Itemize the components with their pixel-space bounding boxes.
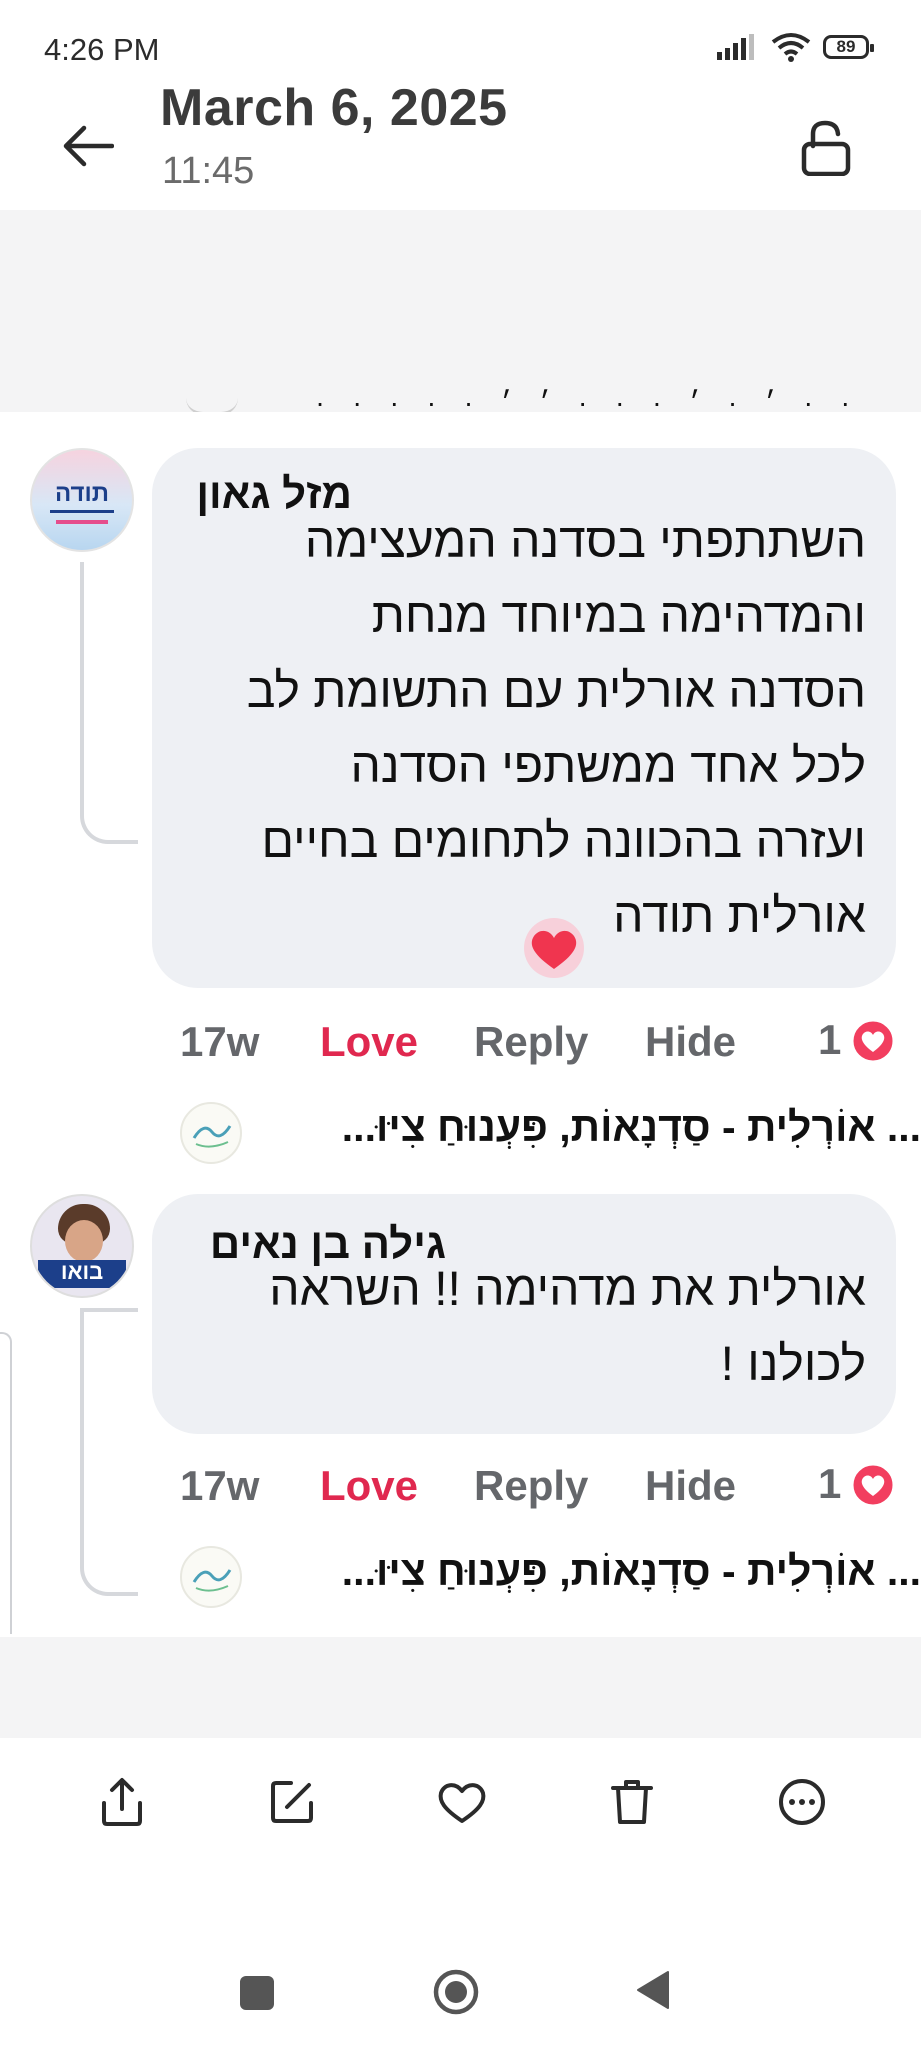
recents-icon: [240, 1976, 274, 2010]
status-icons: 89: [717, 30, 874, 64]
hide-button[interactable]: Hide: [645, 1462, 736, 1510]
comment-time: 17w: [180, 1462, 260, 1509]
love-reaction-icon: [850, 1462, 896, 1508]
photo-toolbar: [0, 1738, 921, 1878]
reply-avatar: [180, 1102, 242, 1164]
comment-text-line: לכל אחד ממשתפי הסדנה: [350, 740, 866, 793]
comment-time: 17w: [180, 1018, 260, 1065]
more-icon: [779, 1779, 825, 1825]
more-button[interactable]: [766, 1766, 838, 1838]
unlock-button[interactable]: [800, 120, 860, 180]
logo-icon: [192, 1125, 232, 1148]
comment-text-line: השתתפתי בסדנה המעצימה: [304, 515, 866, 568]
reaction-count: 1: [818, 1460, 842, 1507]
page-title: March 6, 2025: [160, 79, 508, 137]
heart-icon: [438, 1783, 486, 1823]
reply-avatar: [180, 1546, 242, 1608]
love-button[interactable]: Love: [320, 1018, 418, 1066]
edit-icon: [271, 1781, 313, 1823]
trash-icon: [611, 1780, 653, 1824]
comment-text-line: והמדהימה במיוחד מנחת: [371, 590, 866, 643]
battery-indicator: 89: [823, 35, 874, 59]
reply-button[interactable]: Reply: [474, 1018, 588, 1066]
logo-icon: [192, 1569, 232, 1592]
signal-icon: [717, 34, 754, 60]
favorite-button[interactable]: [426, 1766, 498, 1838]
edit-button[interactable]: [256, 1766, 328, 1838]
reply-button[interactable]: Reply: [474, 1462, 588, 1510]
thread-line: [80, 1308, 138, 1596]
back-button[interactable]: [62, 122, 122, 170]
left-edge-line: [0, 1332, 12, 1634]
avatar-label: תודה: [55, 480, 109, 507]
share-button[interactable]: [86, 1766, 158, 1838]
love-reaction-icon: [850, 1018, 896, 1064]
heart-emoji-icon: [524, 918, 584, 978]
avatar: בואו: [30, 1194, 134, 1298]
comment-text-line: אורלית את מדהימה !! השראה: [269, 1263, 866, 1316]
wifi-icon: [771, 33, 811, 62]
avatar: תודה: [30, 448, 134, 552]
hide-button[interactable]: Hide: [645, 1018, 736, 1066]
comment-screenshot: תודה מזל גאון השתתפתי בסדנה המעצימה והמד…: [0, 412, 921, 1637]
system-nav-bar: [0, 1940, 921, 2048]
back-icon: [637, 1971, 669, 2009]
home-icon: [433, 1969, 479, 2015]
comment-text-line: הסדנה אורלית עם התשומת לב: [246, 665, 866, 718]
comment-text-line: לכולנו !: [720, 1338, 866, 1391]
unlock-icon: [801, 120, 851, 177]
status-time: 4:26 PM: [44, 32, 160, 67]
reply-author[interactable]: ... אוֹרְלִית - סַדְנָאוֹת, פִּעְנוּחַ צ…: [260, 1104, 921, 1151]
nav-back-button[interactable]: [636, 1970, 676, 2014]
love-button[interactable]: Love: [320, 1462, 418, 1510]
comment-text-line: ועזרה בהכוונה לתחומים בחיים: [261, 815, 867, 868]
recents-button[interactable]: [240, 1976, 276, 2012]
avatar-label: בואו: [60, 1259, 104, 1284]
page-subtitle: 11:45: [162, 150, 255, 192]
delete-button[interactable]: [596, 1766, 668, 1838]
reply-author[interactable]: ... אוֹרְלִית - סַדְנָאוֹת, פִּעְנוּחַ צ…: [260, 1548, 921, 1595]
home-button[interactable]: [432, 1968, 484, 2020]
reaction-count: 1: [818, 1016, 842, 1063]
thread-line: [80, 562, 138, 844]
arrow-left-icon: [63, 125, 115, 167]
share-icon: [102, 1778, 142, 1826]
